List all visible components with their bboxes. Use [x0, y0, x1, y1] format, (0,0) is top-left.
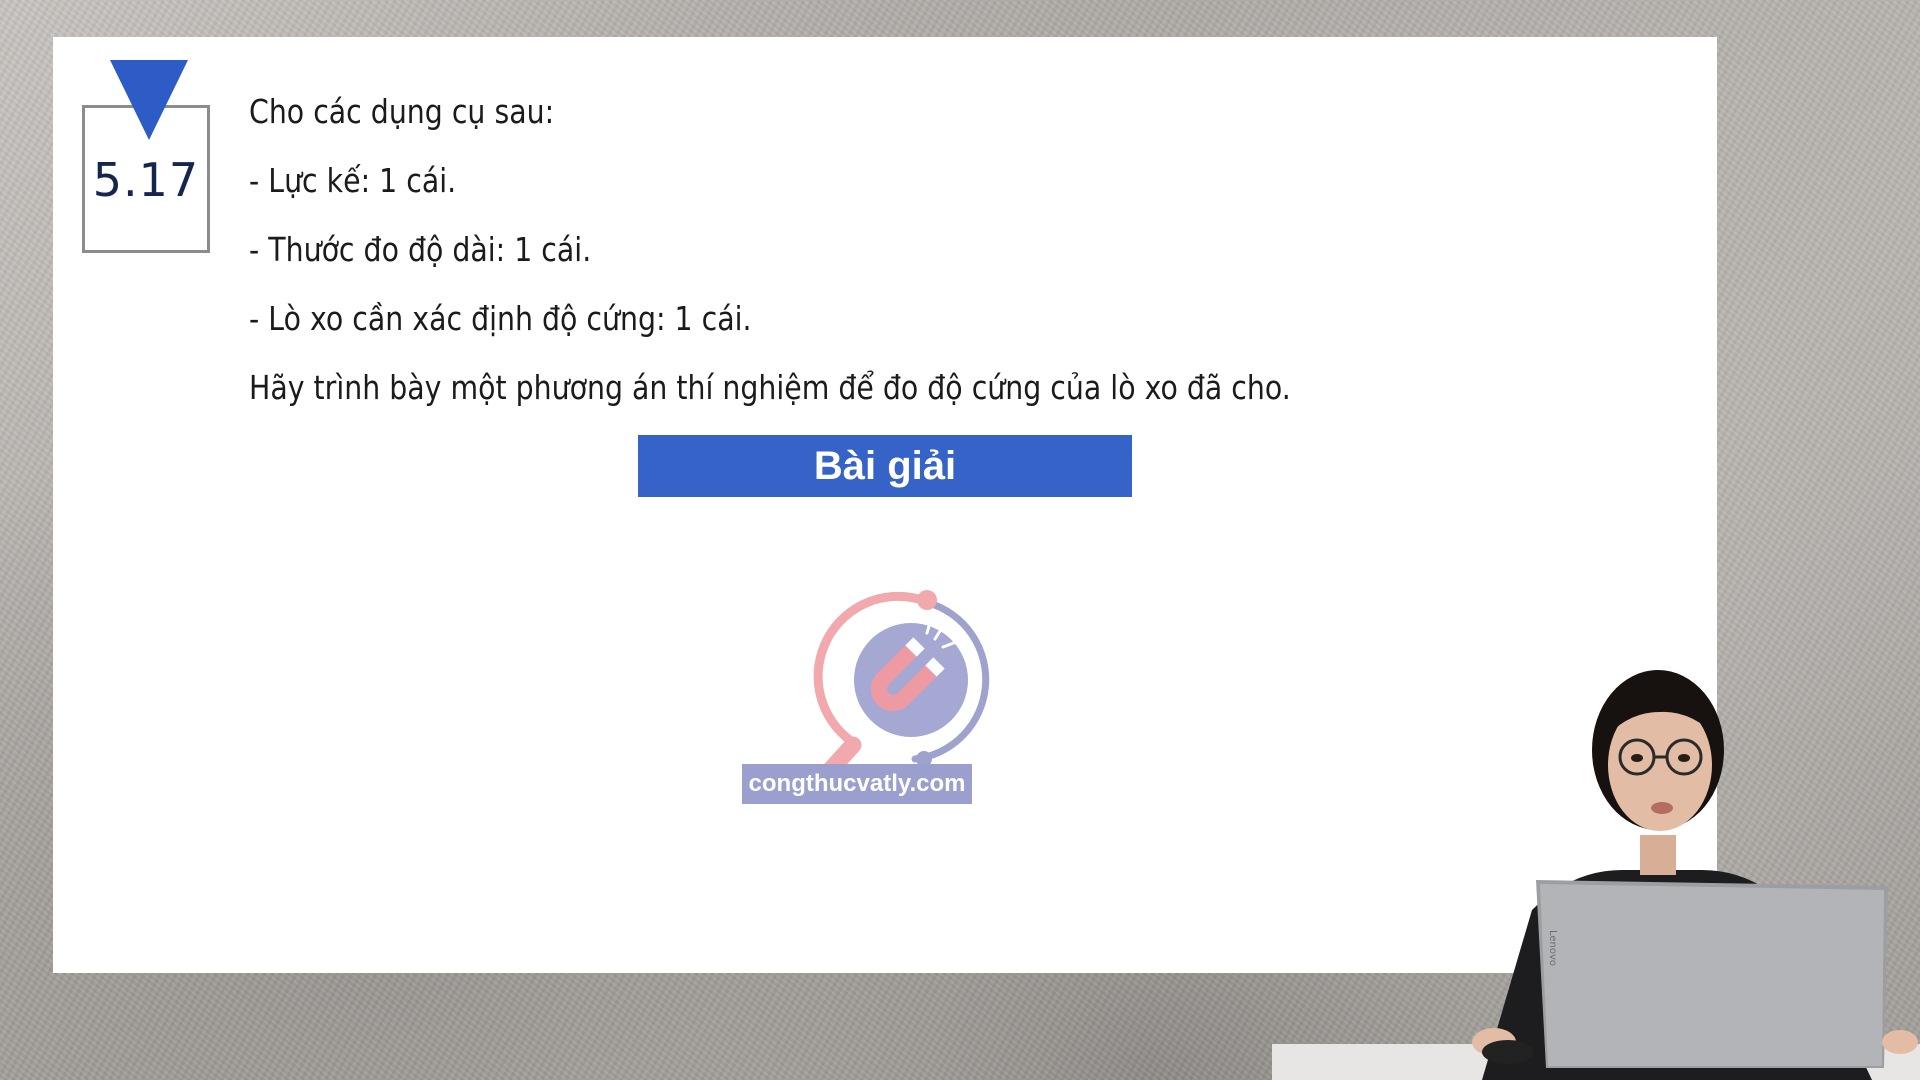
problem-item-force-meter: - Lực kế: 1 cái.	[249, 161, 457, 200]
presenter-video: Lenovo	[1272, 670, 1920, 1080]
solution-button[interactable]: Bài giải	[638, 435, 1132, 497]
svg-text:Lenovo: Lenovo	[1547, 930, 1558, 966]
problem-item-ruler: - Thước đo độ dài: 1 cái.	[249, 230, 592, 269]
magnet-magnifier-icon	[806, 590, 990, 796]
problem-question: Hãy trình bày một phương án thí nghiệm đ…	[249, 368, 1291, 407]
problem-item-spring: - Lò xo cần xác định độ cứng: 1 cái.	[249, 299, 752, 338]
problem-intro: Cho các dụng cụ sau:	[249, 92, 555, 131]
problem-number: 5.17	[92, 153, 200, 207]
triangle-marker-icon	[110, 60, 188, 140]
problem-statement: Cho các dụng cụ sau: - Lực kế: 1 cái. - …	[249, 77, 1291, 422]
watermark-text: congthucvatly.com	[742, 764, 972, 804]
